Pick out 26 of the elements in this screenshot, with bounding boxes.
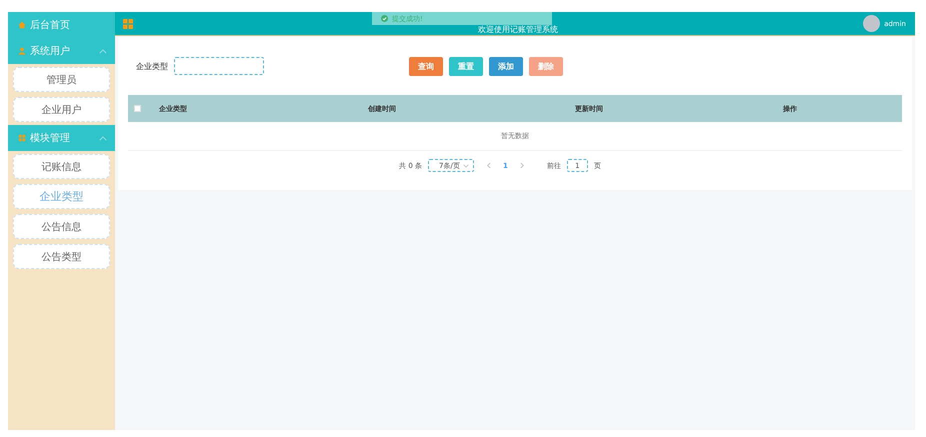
home-icon [18, 21, 26, 29]
app-title: 欢迎使用记账管理系统 [478, 25, 558, 34]
grid-icon[interactable] [123, 18, 133, 28]
sidebar-menu-item[interactable]: 模块管理 [8, 125, 115, 151]
avatar-icon[interactable] [863, 15, 880, 32]
input-field[interactable] [174, 57, 264, 75]
action-button[interactable]: 添加 [489, 56, 523, 76]
sidebar-submenu-item[interactable]: 记账信息 [13, 154, 110, 179]
user-icon [18, 47, 26, 55]
sidebar-menu-item[interactable]: 后台首页 [8, 12, 115, 38]
sidebar-submenu-item[interactable]: 企业用户 [13, 97, 110, 122]
check-circle-icon [381, 15, 388, 22]
grid-icon [18, 134, 26, 142]
sidebar-submenu-item[interactable]: 企业类型 [13, 184, 110, 209]
next-icon[interactable] [520, 162, 525, 169]
action-button[interactable]: 重置 [449, 56, 483, 76]
sidebar-submenu-item[interactable]: 管理员 [13, 67, 110, 92]
filter-label: 企业类型 [136, 60, 168, 72]
sidebar-menu-item[interactable]: 系统用户 [8, 38, 115, 64]
caret-icon [463, 164, 470, 168]
sidebar-submenu-item[interactable]: 公告类型 [13, 244, 110, 269]
action-button[interactable]: 删除 [529, 56, 563, 76]
previous-icon[interactable] [486, 162, 492, 169]
sidebar-submenu-item[interactable]: 公告信息 [13, 214, 110, 239]
checkbox[interactable] [134, 105, 141, 112]
action-button[interactable]: 查询 [409, 56, 443, 76]
